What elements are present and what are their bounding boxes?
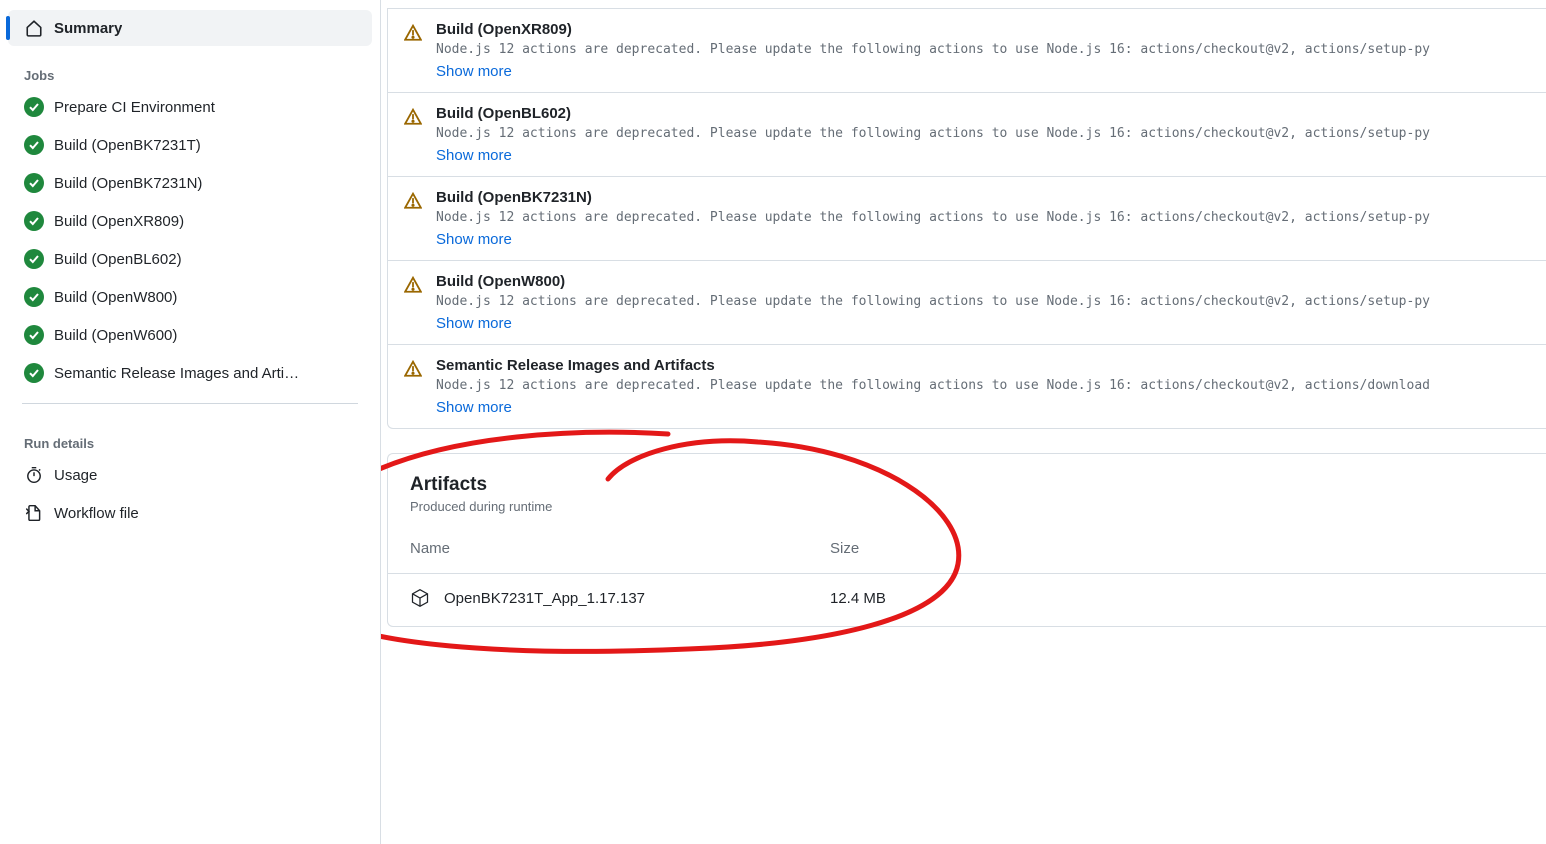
annotation-item: Build (OpenW800) Node.js 12 actions are … xyxy=(388,261,1546,345)
job-label: Build (OpenBL602) xyxy=(54,251,182,268)
sidebar-item-summary[interactable]: Summary xyxy=(8,10,372,46)
sidebar-item-job-semantic-release[interactable]: Semantic Release Images and Arti… xyxy=(8,355,372,391)
show-more-link[interactable]: Show more xyxy=(436,315,512,332)
sidebar-item-job-openw800[interactable]: Build (OpenW800) xyxy=(8,279,372,315)
annotation-item: Build (OpenBL602) Node.js 12 actions are… xyxy=(388,93,1546,177)
job-label: Build (OpenW800) xyxy=(54,289,177,306)
run-details-header: Run details xyxy=(8,424,372,455)
artifacts-heading: Artifacts xyxy=(410,474,1524,496)
annotation-title: Semantic Release Images and Artifacts xyxy=(436,357,1530,374)
job-label: Build (OpenW600) xyxy=(54,327,177,344)
success-icon xyxy=(24,325,44,345)
warning-icon xyxy=(404,192,422,210)
summary-label: Summary xyxy=(54,20,122,37)
success-icon xyxy=(24,363,44,383)
stopwatch-icon xyxy=(24,465,44,485)
artifacts-subheading: Produced during runtime xyxy=(410,499,1524,514)
sidebar-item-job-openbl602[interactable]: Build (OpenBL602) xyxy=(8,241,372,277)
show-more-link[interactable]: Show more xyxy=(436,63,512,80)
annotation-item: Build (OpenXR809) Node.js 12 actions are… xyxy=(388,9,1546,93)
success-icon xyxy=(24,287,44,307)
annotation-message: Node.js 12 actions are deprecated. Pleas… xyxy=(436,42,1530,57)
show-more-link[interactable]: Show more xyxy=(436,231,512,248)
artifacts-card: Artifacts Produced during runtime Name S… xyxy=(387,453,1546,627)
sidebar-item-job-openbk7231n[interactable]: Build (OpenBK7231N) xyxy=(8,165,372,201)
success-icon xyxy=(24,97,44,117)
success-icon xyxy=(24,135,44,155)
warning-icon xyxy=(404,276,422,294)
annotation-item: Semantic Release Images and Artifacts No… xyxy=(388,345,1546,428)
package-icon xyxy=(410,588,430,608)
warning-icon xyxy=(404,108,422,126)
col-name-header: Name xyxy=(410,540,830,557)
job-label: Build (OpenBK7231T) xyxy=(54,137,201,154)
col-size-header: Size xyxy=(830,540,990,557)
show-more-link[interactable]: Show more xyxy=(436,147,512,164)
workflow-sidebar: Summary Jobs Prepare CI Environment Buil… xyxy=(0,0,380,844)
job-label: Build (OpenXR809) xyxy=(54,213,184,230)
artifact-size: 12.4 MB xyxy=(830,590,990,607)
artifact-row[interactable]: OpenBK7231T_App_1.17.137 12.4 MB xyxy=(388,573,1546,626)
annotation-message: Node.js 12 actions are deprecated. Pleas… xyxy=(436,210,1530,225)
annotations-list: Build (OpenXR809) Node.js 12 actions are… xyxy=(387,8,1546,429)
usage-label: Usage xyxy=(54,467,97,484)
sidebar-item-job-prepare-ci[interactable]: Prepare CI Environment xyxy=(8,89,372,125)
annotation-title: Build (OpenXR809) xyxy=(436,21,1530,38)
artifact-name: OpenBK7231T_App_1.17.137 xyxy=(444,590,645,607)
sidebar-item-usage[interactable]: Usage xyxy=(8,457,372,493)
job-label: Semantic Release Images and Arti… xyxy=(54,365,299,382)
workflow-file-label: Workflow file xyxy=(54,505,139,522)
annotation-message: Node.js 12 actions are deprecated. Pleas… xyxy=(436,378,1530,393)
home-icon xyxy=(24,18,44,38)
file-symlink-icon xyxy=(24,503,44,523)
success-icon xyxy=(24,173,44,193)
annotation-title: Build (OpenBL602) xyxy=(436,105,1530,122)
annotation-message: Node.js 12 actions are deprecated. Pleas… xyxy=(436,126,1530,141)
annotation-message: Node.js 12 actions are deprecated. Pleas… xyxy=(436,294,1530,309)
job-label: Build (OpenBK7231N) xyxy=(54,175,202,192)
success-icon xyxy=(24,211,44,231)
warning-icon xyxy=(404,24,422,42)
annotation-item: Build (OpenBK7231N) Node.js 12 actions a… xyxy=(388,177,1546,261)
success-icon xyxy=(24,249,44,269)
sidebar-item-job-openw600[interactable]: Build (OpenW600) xyxy=(8,317,372,353)
sidebar-item-workflow-file[interactable]: Workflow file xyxy=(8,495,372,531)
show-more-link[interactable]: Show more xyxy=(436,399,512,416)
annotation-title: Build (OpenW800) xyxy=(436,273,1530,290)
job-label: Prepare CI Environment xyxy=(54,99,215,116)
annotation-title: Build (OpenBK7231N) xyxy=(436,189,1530,206)
sidebar-item-job-openbk7231t[interactable]: Build (OpenBK7231T) xyxy=(8,127,372,163)
jobs-header: Jobs xyxy=(8,56,372,87)
divider xyxy=(22,403,358,404)
sidebar-item-job-openxr809[interactable]: Build (OpenXR809) xyxy=(8,203,372,239)
warning-icon xyxy=(404,360,422,378)
main-content: Build (OpenXR809) Node.js 12 actions are… xyxy=(380,0,1546,844)
artifacts-table-header: Name Size xyxy=(388,524,1546,573)
